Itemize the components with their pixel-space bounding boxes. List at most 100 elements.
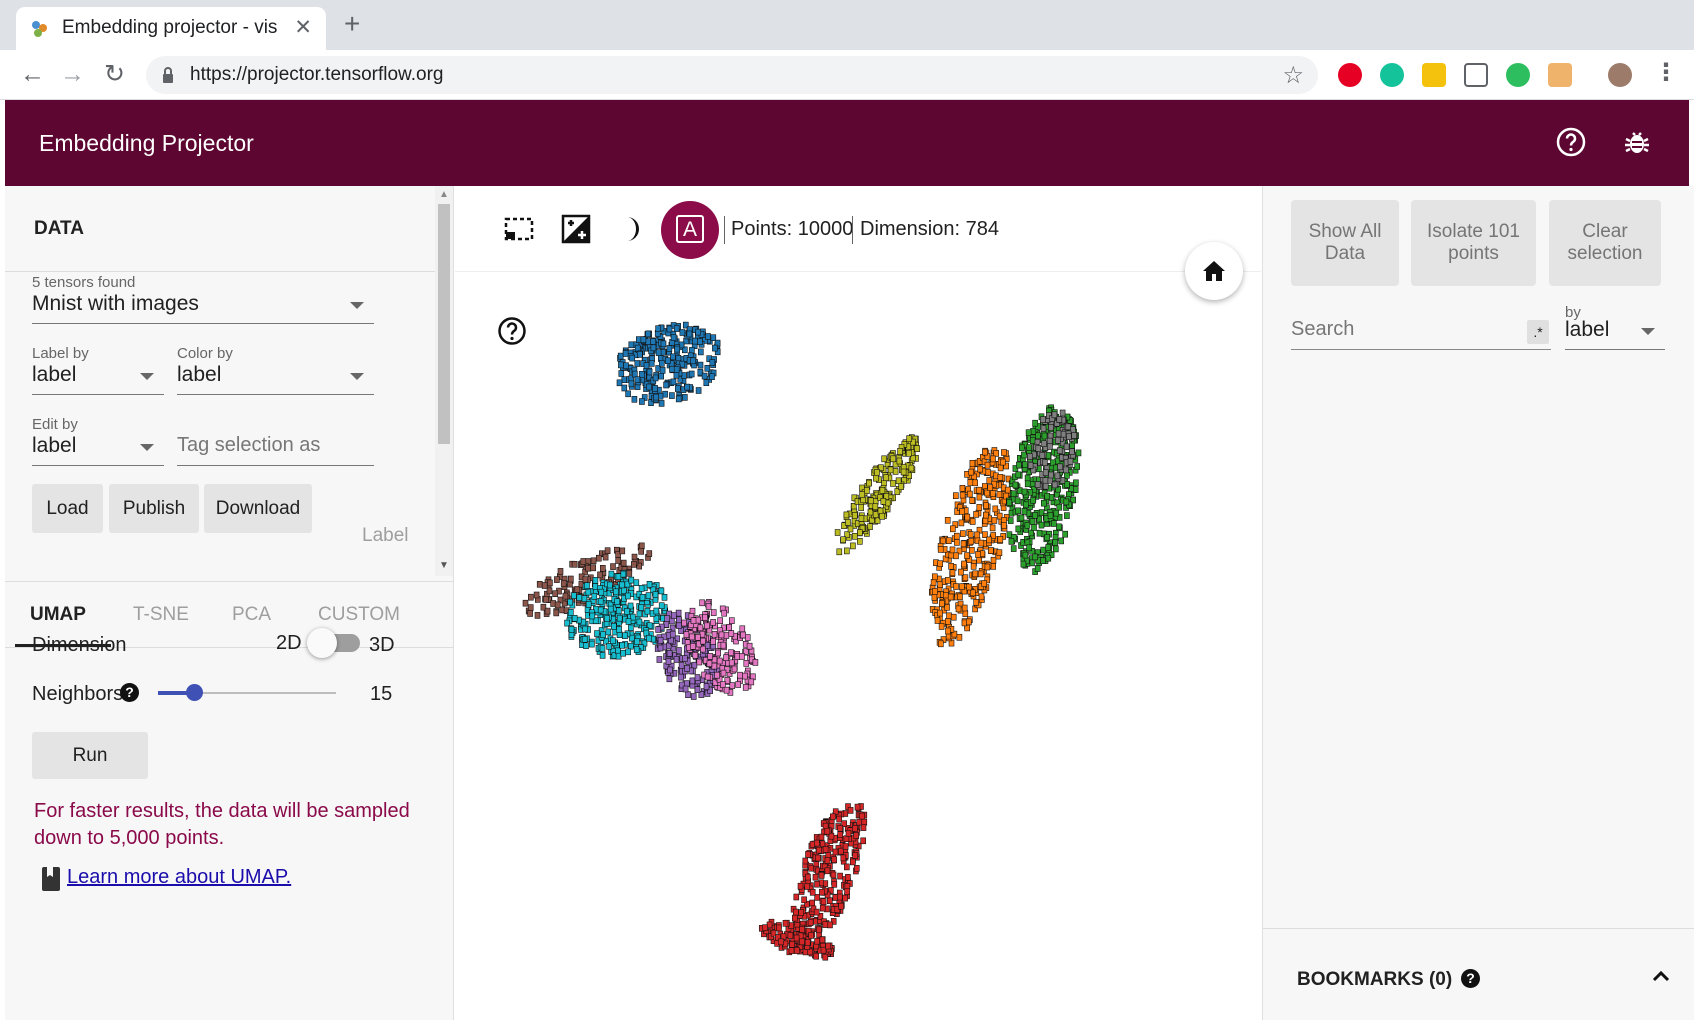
data-point[interactable] (860, 824, 867, 831)
data-point[interactable] (997, 464, 1004, 472)
data-point[interactable] (1065, 423, 1072, 431)
data-point[interactable] (1059, 409, 1066, 417)
data-point[interactable] (615, 647, 621, 655)
data-point[interactable] (837, 825, 844, 832)
data-point[interactable] (659, 360, 665, 367)
data-point[interactable] (905, 450, 912, 457)
data-point[interactable] (1067, 458, 1074, 465)
data-point[interactable] (618, 361, 624, 369)
data-point[interactable] (948, 562, 954, 570)
data-point[interactable] (1039, 452, 1046, 459)
data-point[interactable] (585, 564, 591, 572)
data-point[interactable] (619, 641, 625, 649)
data-point[interactable] (657, 636, 664, 644)
data-point[interactable] (694, 686, 701, 694)
data-point[interactable] (819, 936, 826, 944)
data-point[interactable] (717, 617, 724, 625)
data-point[interactable] (636, 336, 642, 343)
data-point[interactable] (536, 580, 543, 588)
data-point[interactable] (663, 381, 669, 389)
data-point[interactable] (813, 952, 820, 960)
data-point[interactable] (908, 464, 915, 472)
data-point[interactable] (554, 601, 561, 609)
data-point[interactable] (957, 593, 963, 601)
data-point[interactable] (669, 392, 675, 399)
data-point[interactable] (820, 946, 827, 954)
data-point[interactable] (637, 351, 643, 358)
data-point[interactable] (990, 455, 996, 463)
data-point[interactable] (990, 563, 997, 570)
data-point[interactable] (847, 525, 854, 533)
data-point[interactable] (1048, 471, 1054, 479)
data-point[interactable] (890, 455, 896, 463)
data-point[interactable] (993, 450, 1000, 457)
data-point[interactable] (987, 484, 994, 491)
data-point[interactable] (582, 625, 588, 633)
data-point[interactable] (942, 592, 949, 599)
data-point[interactable] (858, 515, 865, 522)
data-point[interactable] (857, 529, 863, 536)
data-point[interactable] (633, 646, 640, 653)
data-point[interactable] (554, 576, 560, 583)
data-point[interactable] (695, 616, 701, 624)
dimension-toggle-knob[interactable] (307, 628, 337, 658)
data-point[interactable] (639, 593, 646, 601)
data-point[interactable] (906, 435, 912, 442)
data-point[interactable] (1022, 551, 1029, 559)
data-point[interactable] (726, 623, 733, 631)
data-point[interactable] (721, 609, 728, 617)
data-point[interactable] (1021, 508, 1028, 515)
data-point[interactable] (832, 848, 839, 856)
grammarly-icon[interactable] (1380, 63, 1404, 87)
data-point[interactable] (1062, 530, 1069, 538)
data-point[interactable] (895, 477, 902, 485)
data-point[interactable] (931, 593, 938, 601)
data-point[interactable] (675, 355, 682, 362)
data-point[interactable] (914, 445, 920, 452)
data-point[interactable] (1007, 517, 1014, 524)
data-point[interactable] (852, 532, 858, 540)
data-point[interactable] (684, 680, 690, 687)
data-point[interactable] (984, 461, 991, 469)
data-point[interactable] (818, 872, 825, 879)
data-point[interactable] (838, 902, 844, 910)
data-point[interactable] (571, 614, 578, 622)
data-point[interactable] (638, 547, 644, 555)
data-point[interactable] (640, 336, 647, 343)
data-point[interactable] (1045, 554, 1052, 562)
data-point[interactable] (690, 357, 696, 365)
data-point[interactable] (1015, 471, 1022, 479)
data-point[interactable] (625, 390, 631, 398)
scroll-up-icon[interactable]: ▲ (439, 189, 449, 200)
data-point[interactable] (1029, 437, 1036, 444)
data-point[interactable] (684, 383, 690, 391)
data-point[interactable] (820, 898, 827, 906)
data-point[interactable] (812, 873, 819, 881)
data-point[interactable] (1014, 497, 1021, 505)
data-point[interactable] (809, 888, 816, 896)
data-point[interactable] (670, 353, 676, 361)
data-point[interactable] (946, 612, 952, 620)
data-point[interactable] (949, 546, 956, 554)
data-point[interactable] (819, 888, 825, 896)
extension-yellow-icon[interactable] (1422, 63, 1446, 87)
data-point[interactable] (825, 942, 831, 950)
data-point[interactable] (597, 598, 604, 605)
data-point[interactable] (715, 649, 722, 657)
data-point[interactable] (550, 600, 556, 607)
data-point[interactable] (660, 340, 667, 348)
data-point[interactable] (666, 325, 673, 333)
data-point[interactable] (1035, 445, 1042, 452)
tab-tsne[interactable]: T-SNE (133, 604, 189, 626)
data-point[interactable] (1031, 524, 1037, 531)
data-point[interactable] (650, 344, 657, 352)
data-point[interactable] (1063, 443, 1070, 451)
data-point[interactable] (990, 490, 996, 497)
data-point[interactable] (959, 583, 965, 591)
data-point[interactable] (1027, 462, 1034, 469)
data-point[interactable] (706, 660, 713, 667)
data-point[interactable] (571, 560, 578, 568)
data-point[interactable] (740, 631, 746, 639)
data-point[interactable] (972, 479, 979, 487)
data-point[interactable] (644, 607, 651, 615)
